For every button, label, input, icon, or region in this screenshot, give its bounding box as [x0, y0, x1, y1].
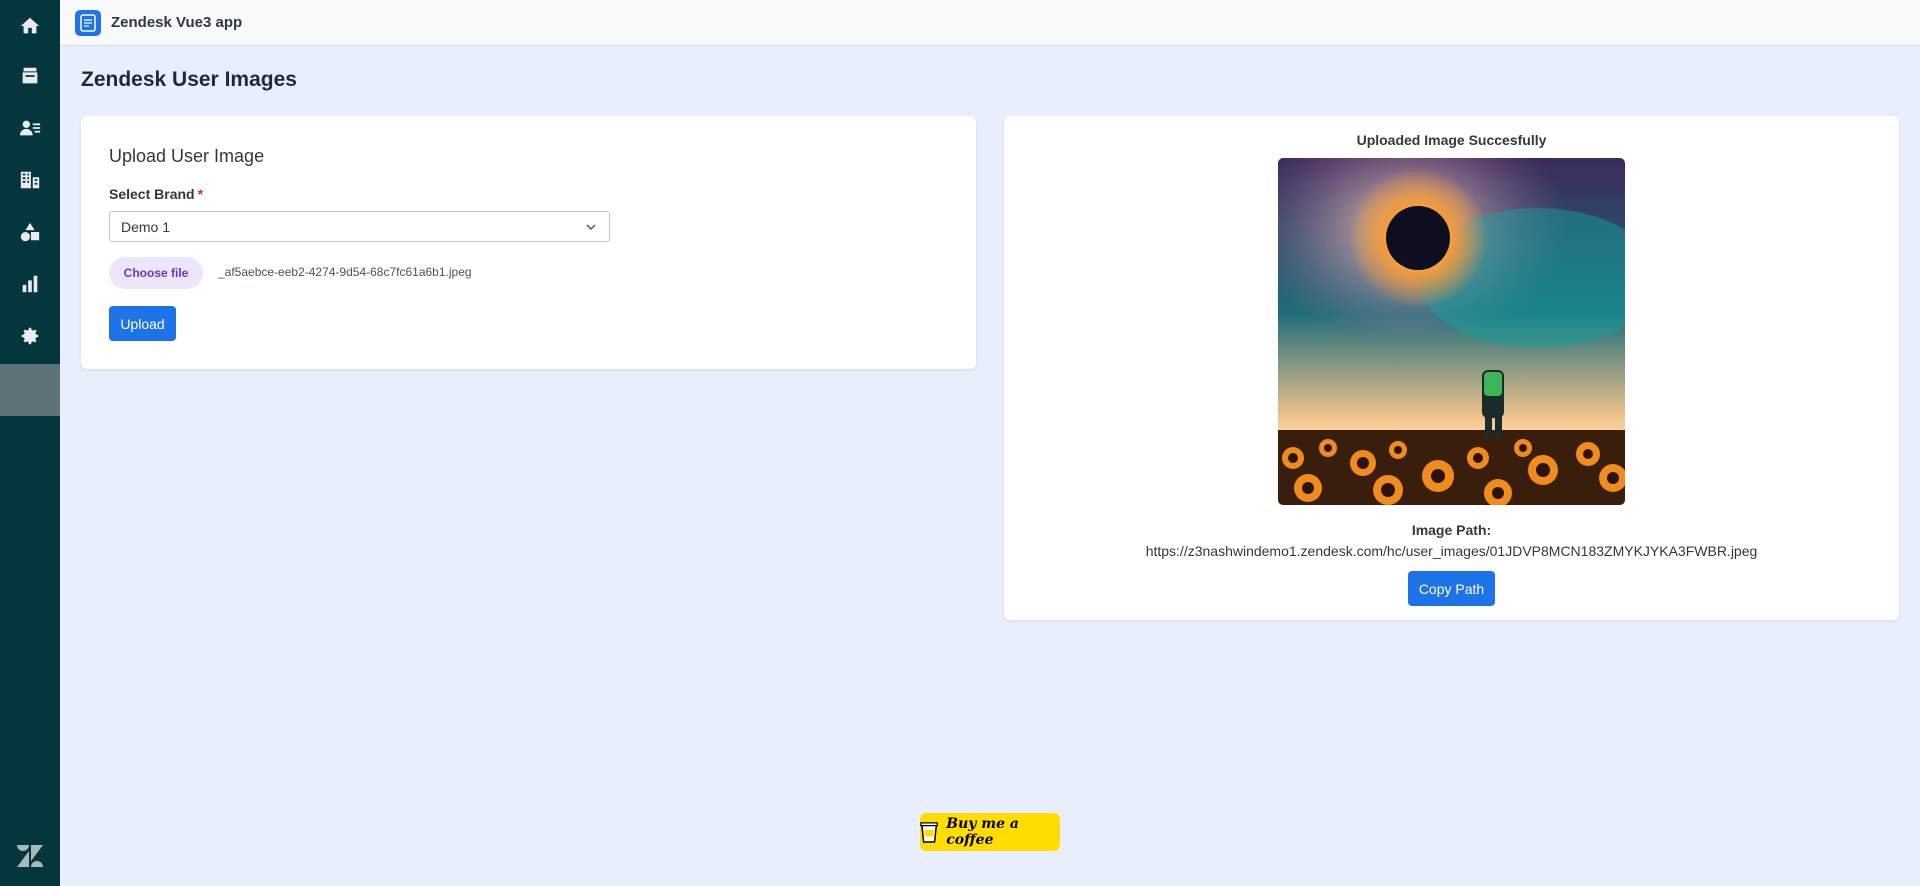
- sidebar: [0, 0, 60, 886]
- brand-select-value: Demo 1: [121, 218, 171, 235]
- customers-icon: [19, 120, 41, 136]
- top-bar: Zendesk Vue3 app: [60, 0, 1920, 46]
- page-title: Zendesk User Images: [81, 68, 297, 91]
- uploaded-image-artwork: [1278, 158, 1625, 505]
- buy-me-a-coffee-label: Buy me a coffee: [946, 816, 1019, 848]
- home-icon: [20, 17, 40, 34]
- result-card: Uploaded Image Succesfully Image Path: h…: [1004, 116, 1899, 620]
- upload-card: Upload User Image Select Brand * Demo 1 C…: [81, 116, 976, 369]
- chevron-down-icon: [586, 224, 596, 230]
- app-icon: [75, 9, 101, 36]
- brand-label-text: Select Brand: [109, 186, 195, 202]
- organizations-icon: [20, 171, 40, 189]
- uploaded-image: [1278, 158, 1625, 505]
- sidebar-item-organizations[interactable]: [0, 154, 60, 206]
- sidebar-item-views[interactable]: [0, 50, 60, 102]
- image-path-label: Image Path:: [1411, 522, 1492, 538]
- views-icon: [22, 67, 38, 84]
- selected-file-name: _af5aebce-eeb2-4274-9d54-68c7fc61a6b1.jp…: [218, 265, 472, 279]
- choose-file-button[interactable]: Choose file: [109, 257, 203, 289]
- image-path-value: https://z3nashwindemo1.zendesk.com/hc/us…: [1145, 543, 1758, 559]
- zendesk-logo[interactable]: [0, 836, 60, 876]
- sidebar-item-active-app[interactable]: [0, 364, 60, 416]
- brand-label: Select Brand *: [109, 186, 203, 202]
- sidebar-item-customers[interactable]: [0, 102, 60, 154]
- app-title: Zendesk Vue3 app: [111, 14, 243, 31]
- sidebar-item-admin[interactable]: [0, 310, 60, 362]
- sidebar-item-home[interactable]: [0, 0, 60, 52]
- upload-button[interactable]: Upload: [109, 306, 176, 341]
- sidebar-item-objects[interactable]: [0, 206, 60, 258]
- zendesk-logo-icon: [17, 845, 43, 867]
- objects-icon: [20, 222, 40, 242]
- sidebar-item-reporting[interactable]: [0, 258, 60, 310]
- required-mark: *: [197, 186, 204, 202]
- upload-card-title: Upload User Image: [109, 146, 265, 166]
- buy-me-a-coffee-button[interactable]: Buy me a coffee: [920, 813, 1060, 851]
- coffee-cup-icon: [920, 822, 938, 843]
- brand-select[interactable]: Demo 1: [109, 211, 610, 242]
- gear-icon: [21, 327, 39, 345]
- reporting-icon: [22, 275, 38, 293]
- upload-success-title: Uploaded Image Succesfully: [1356, 132, 1547, 148]
- copy-path-button[interactable]: Copy Path: [1408, 571, 1495, 606]
- document-icon: [80, 13, 96, 32]
